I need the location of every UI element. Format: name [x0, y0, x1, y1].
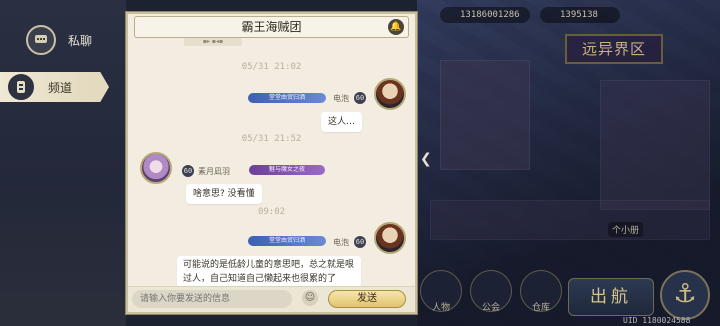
chat-panel: 霸王海贼团 🔔 ▪▸ ▪◂▪ 05/31 21:02 堂堂由贸归洒 电泡 60 …	[126, 12, 417, 314]
scene-sign: 远异界区	[565, 34, 663, 64]
guild-button-label: 人物	[431, 303, 450, 313]
bell-icon[interactable]: 🔔	[388, 19, 404, 35]
timestamp: 05/31 21:52	[241, 134, 302, 144]
chat-bubble: 这人…	[321, 112, 363, 132]
level-badge: 60	[182, 165, 194, 177]
chat-input-bar: ☺ 发送	[128, 286, 415, 312]
username: 电泡	[333, 94, 349, 103]
nav-private-chat[interactable]: 私聊	[26, 25, 92, 55]
chat-bubble: 啥意思? 没看懂	[186, 184, 262, 204]
avatar[interactable]	[140, 152, 172, 184]
chat-bubble-icon	[26, 25, 56, 55]
username: 素月凪羽	[198, 167, 230, 176]
timestamp: 09:02	[257, 207, 286, 217]
nav-channel-label: 频道	[48, 80, 73, 95]
union-button[interactable]: 公会	[470, 270, 512, 313]
chat-title: 霸王海贼团	[241, 20, 302, 34]
channel-icon	[8, 74, 34, 100]
user-tag: 魅与魔女之夜	[249, 165, 325, 175]
username: 电泡	[333, 238, 349, 247]
scene-railing	[430, 200, 710, 240]
warehouse-button[interactable]: 仓库	[520, 270, 562, 313]
warehouse-button-label: 仓库	[531, 303, 550, 313]
guild-button[interactable]: 人物	[420, 270, 462, 313]
resource-counter-left: 13186001286	[440, 7, 530, 23]
send-button[interactable]: 发送	[328, 290, 406, 308]
level-badge: 60	[354, 92, 366, 104]
timestamp: 05/31 21:02	[241, 62, 302, 72]
scene-label: 个小册	[608, 222, 644, 237]
chat-bubble: 可能说的是低龄儿童的意思吧，总之就是哏过人，自己知道自己懒起来也很累的了	[177, 256, 361, 288]
union-button-label: 公会	[481, 303, 500, 313]
nav-private-label: 私聊	[68, 33, 93, 48]
user-tag: 堂堂由贸归洒	[248, 93, 326, 103]
nav-channel[interactable]: 频道	[0, 72, 109, 102]
chat-header: 霸王海贼团 🔔	[134, 16, 409, 38]
anchor-icon[interactable]: ⚓	[660, 270, 710, 320]
emoji-icon[interactable]: ☺	[302, 290, 318, 306]
resource-counter-right: 1395138	[540, 7, 620, 23]
level-badge: 60	[354, 236, 366, 248]
avatar[interactable]	[374, 78, 406, 110]
message-input[interactable]	[132, 290, 292, 308]
sortie-button[interactable]: 出航	[568, 278, 654, 316]
scene-building	[600, 80, 710, 210]
uid-label: UID 1180024588	[623, 316, 691, 325]
collapse-arrow-icon[interactable]: ❮	[420, 151, 432, 167]
avatar[interactable]	[374, 222, 406, 254]
user-tag: 堂堂由贸归洒	[248, 236, 326, 246]
scene-building	[440, 60, 530, 170]
partial-message-tag: ▪▸ ▪◂▪	[184, 38, 242, 46]
